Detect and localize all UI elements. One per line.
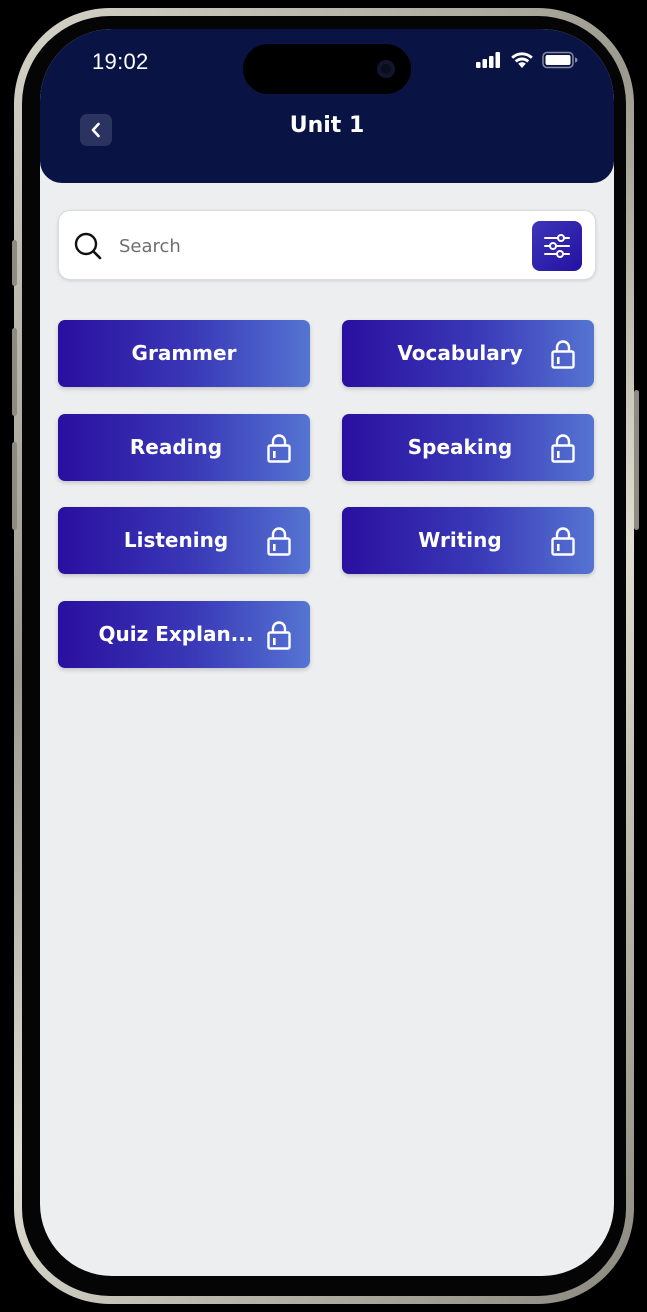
topic-label: Grammer [131, 341, 237, 365]
dynamic-island [243, 44, 411, 94]
app-screen: 19:02 Unit 1 Search Grammer Vocabulary R… [40, 29, 614, 1276]
filter-button[interactable] [532, 221, 582, 271]
lock-icon [551, 527, 575, 556]
wifi-icon [511, 52, 533, 68]
topic-label: Vocabulary [397, 341, 523, 365]
topic-button-listening[interactable]: Listening [58, 507, 310, 574]
topic-label: Reading [129, 435, 223, 459]
topic-label: Writing [418, 528, 502, 552]
lock-icon [267, 621, 291, 650]
lock-icon [551, 340, 575, 369]
header: 19:02 Unit 1 [40, 29, 614, 183]
topic-button-vocabulary[interactable]: Vocabulary [342, 320, 594, 387]
status-icons [476, 51, 578, 69]
volume-up-button [12, 328, 17, 416]
search-icon [74, 232, 102, 260]
topic-button-quiz-explanation[interactable]: Quiz Explan... [58, 601, 310, 668]
topic-button-speaking[interactable]: Speaking [342, 414, 594, 481]
camera-icon [377, 60, 395, 78]
status-time: 19:02 [92, 49, 149, 74]
power-button [634, 390, 639, 530]
lock-icon [267, 527, 291, 556]
action-button [12, 240, 17, 286]
sliders-icon [544, 234, 570, 258]
volume-down-button [12, 442, 17, 530]
topic-button-writing[interactable]: Writing [342, 507, 594, 574]
cellular-signal-icon [476, 52, 500, 68]
battery-icon [542, 51, 578, 69]
topic-button-grammer[interactable]: Grammer [58, 320, 310, 387]
search-bar [58, 210, 596, 280]
topic-label: Listening [123, 528, 229, 552]
topic-label: Quiz Explan... [98, 622, 254, 646]
lock-icon [551, 434, 575, 463]
topic-label: Speaking [407, 435, 513, 459]
search-input[interactable] [117, 229, 521, 263]
lock-icon [267, 434, 291, 463]
topic-button-reading[interactable]: Reading [58, 414, 310, 481]
page-title: Unit 1 [289, 113, 365, 138]
